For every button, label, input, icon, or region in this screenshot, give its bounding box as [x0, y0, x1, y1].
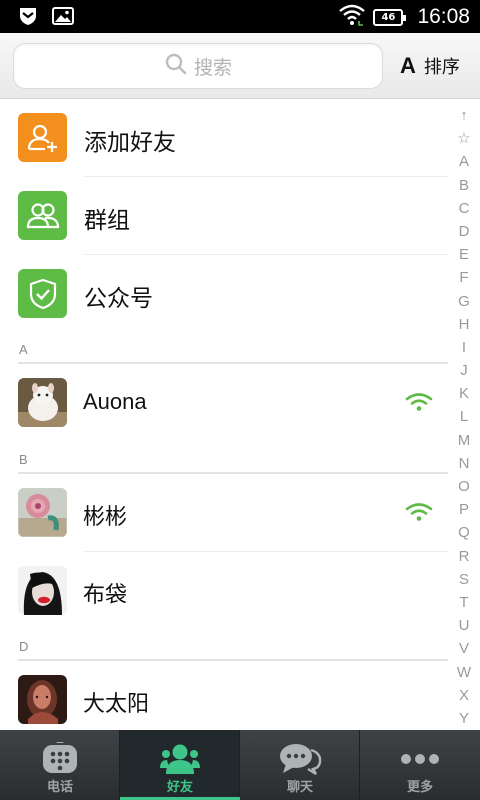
clock: 16:08 — [417, 5, 470, 28]
index-letter[interactable]: C — [459, 197, 470, 220]
contact-row[interactable]: 彬彬 — [0, 474, 448, 552]
index-letter[interactable]: F — [459, 266, 468, 289]
index-letter[interactable]: J — [460, 359, 468, 382]
tab-label: 聊天 — [286, 780, 313, 795]
avatar — [18, 378, 67, 427]
index-letter[interactable]: Q — [458, 521, 470, 544]
section-letter: B — [19, 452, 28, 467]
contact-list: 添加好友 群组 公众号 A Auona B 彬彬 布袋 D 大太阳 — [0, 99, 448, 729]
section-letter: A — [19, 342, 28, 357]
tab-phone[interactable]: 电话 — [0, 730, 120, 800]
add-friend-row[interactable]: 添加好友 — [0, 99, 448, 177]
online-status-icon — [405, 392, 433, 416]
add-friend-label: 添加好友 — [84, 130, 176, 156]
alphabet-index[interactable]: ↑ ☆ A B C D E F G H I J K L M N O P Q R S T U V W X Y — [452, 104, 476, 730]
wifi-icon — [339, 4, 366, 30]
sort-button[interactable]: A 排序 — [400, 45, 460, 87]
group-icon — [18, 191, 67, 240]
index-letter[interactable]: P — [459, 498, 469, 521]
section-header-a: A — [0, 333, 448, 364]
contact-row[interactable]: 布袋 — [0, 552, 448, 630]
contact-name: 彬彬 — [83, 504, 128, 529]
tab-more[interactable]: 更多 — [360, 730, 480, 800]
index-letter[interactable]: M — [458, 429, 471, 452]
section-header-b: B — [0, 443, 448, 474]
group-row[interactable]: 群组 — [0, 177, 448, 255]
index-letter[interactable]: H — [459, 313, 470, 336]
status-bar: 46 16:08 — [0, 0, 480, 33]
tab-chat[interactable]: 聊天 — [240, 730, 360, 800]
search-icon — [164, 52, 188, 81]
shield-notification-icon — [18, 6, 38, 30]
public-account-icon — [18, 269, 67, 318]
tab-label: 好友 — [166, 780, 193, 795]
contact-row[interactable]: Auona — [0, 364, 448, 443]
index-letter[interactable]: V — [459, 637, 469, 660]
public-account-row[interactable]: 公众号 — [0, 255, 448, 333]
index-letter[interactable]: T — [459, 591, 468, 614]
battery-level: 46 — [381, 11, 396, 23]
tab-label: 电话 — [46, 780, 73, 795]
section-header-d: D — [0, 630, 448, 661]
contact-name: Auona — [83, 389, 147, 414]
index-letter[interactable]: O — [458, 475, 470, 498]
group-label: 群组 — [84, 208, 130, 234]
public-account-label: 公众号 — [84, 286, 153, 312]
search-input[interactable]: 搜索 — [13, 43, 383, 89]
friends-icon — [160, 742, 200, 780]
index-letter[interactable]: N — [459, 452, 470, 475]
search-header: 搜索 A 排序 — [0, 33, 480, 99]
index-letter[interactable]: K — [459, 382, 469, 405]
more-icon — [398, 742, 442, 780]
sort-letter-icon: A — [400, 53, 416, 78]
index-letter[interactable]: ↑ — [460, 104, 468, 127]
index-letter[interactable]: D — [459, 220, 470, 243]
contact-name: 布袋 — [83, 582, 128, 607]
index-letter[interactable]: A — [459, 150, 469, 173]
avatar — [18, 566, 67, 615]
index-letter[interactable]: W — [457, 661, 471, 684]
index-letter[interactable]: Y — [459, 707, 469, 730]
avatar — [18, 488, 67, 537]
add-friend-icon — [18, 113, 67, 162]
chat-icon — [278, 742, 322, 780]
search-placeholder: 搜索 — [193, 56, 232, 79]
index-letter[interactable]: R — [459, 545, 470, 568]
image-notification-icon — [52, 6, 74, 30]
index-letter[interactable]: S — [459, 568, 469, 591]
index-letter[interactable]: L — [460, 405, 468, 428]
index-letter[interactable]: U — [459, 614, 470, 637]
avatar — [18, 675, 67, 724]
battery-icon: 46 — [373, 8, 407, 26]
sort-label: 排序 — [423, 57, 460, 78]
tab-label: 更多 — [406, 780, 433, 795]
bottom-tab-bar: 电话 好友 聊天 更多 — [0, 730, 480, 800]
contact-row[interactable]: 大太阳 — [0, 661, 448, 729]
contact-name: 大太阳 — [83, 691, 150, 716]
index-letter[interactable]: G — [458, 290, 470, 313]
index-letter[interactable]: I — [462, 336, 466, 359]
tab-friends[interactable]: 好友 — [120, 730, 240, 800]
dialpad-icon — [40, 740, 80, 780]
index-letter[interactable]: E — [459, 243, 469, 266]
online-status-icon — [405, 502, 433, 526]
section-letter: D — [19, 639, 29, 654]
index-letter[interactable]: ☆ — [457, 127, 470, 150]
index-letter[interactable]: X — [459, 684, 469, 707]
index-letter[interactable]: B — [459, 174, 469, 197]
